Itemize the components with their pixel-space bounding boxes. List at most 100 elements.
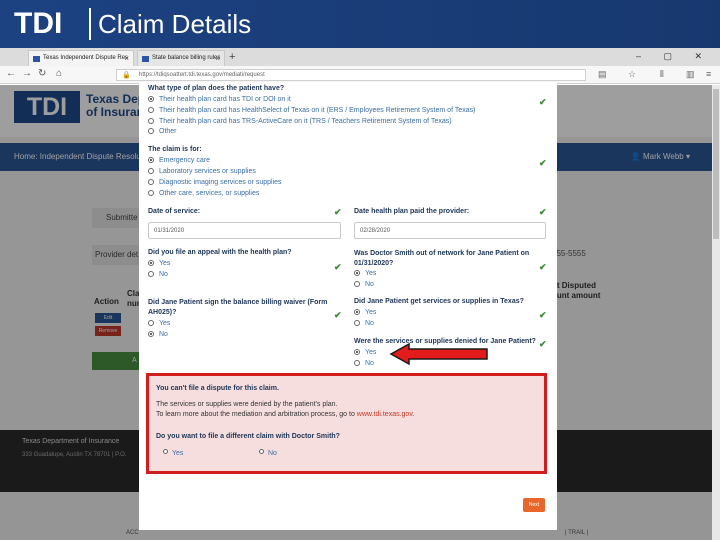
option-label: Laboratory services or supplies [159, 168, 256, 175]
menu-icon[interactable]: ≡ [706, 69, 711, 79]
check-icon: ✔ [539, 262, 547, 272]
plan-option-tdi[interactable]: Their health plan card has TDI or DOI on… [148, 96, 291, 103]
back-icon[interactable]: ← [6, 68, 16, 79]
close-tab-icon[interactable]: × [124, 54, 129, 63]
alert-period: . [412, 411, 415, 418]
close-tab-icon[interactable]: × [215, 54, 220, 63]
alert-more-info: To learn more about the mediation and ar… [156, 411, 414, 418]
option-label: Other [159, 128, 177, 135]
radio-icon [148, 190, 154, 196]
radio-icon [148, 260, 154, 266]
radio-icon [148, 157, 154, 163]
option-label: No [159, 331, 168, 338]
plan-option-trs[interactable]: Their health plan card has TRS-ActiveCar… [148, 118, 452, 125]
radio-icon [163, 449, 168, 454]
different-claim-no[interactable]: No [259, 449, 277, 457]
claim-option-imaging[interactable]: Diagnostic imaging services or supplies [148, 179, 282, 186]
bookmark-star-icon[interactable]: ☆ [628, 69, 636, 80]
tab-balance-billing[interactable]: State balance billing rules × [137, 50, 225, 66]
slide-header: TDI Claim Details [0, 0, 720, 48]
scrollbar-thumb[interactable] [713, 89, 719, 239]
option-label: No [365, 320, 374, 327]
reader-icon[interactable]: ▤ [598, 69, 607, 80]
slide-title: Claim Details [98, 9, 252, 39]
claim-for-question: The claim is for: [148, 146, 202, 153]
option-label: Their health plan card has HealthSelect … [159, 107, 476, 114]
radio-icon [354, 320, 360, 326]
url-input[interactable]: 🔒 https://tdiqsoattert.tdi.texas.gov/med… [116, 69, 586, 81]
check-icon: ✔ [334, 310, 342, 320]
appeal-yes[interactable]: Yes [148, 260, 170, 267]
check-icon: ✔ [539, 158, 547, 168]
tab-dispute-resolution[interactable]: Texas Independent Dispute Res × [28, 50, 134, 66]
out-of-network-no[interactable]: No [354, 281, 374, 288]
dispute-alert: You can't file a dispute for this claim.… [146, 373, 547, 474]
radio-icon [148, 118, 154, 124]
waiver-no[interactable]: No [148, 331, 168, 338]
tdi-logo: TDI [14, 7, 63, 40]
radio-icon [148, 107, 154, 113]
tab-bar: Texas Independent Dispute Res × State ba… [0, 48, 720, 66]
radio-icon [354, 270, 360, 276]
radio-icon [354, 309, 360, 315]
check-icon: ✔ [539, 310, 547, 320]
claim-option-emergency[interactable]: Emergency care [148, 157, 210, 164]
denied-no[interactable]: No [354, 360, 374, 367]
radio-icon [148, 128, 154, 134]
lock-icon: 🔒 [122, 72, 131, 79]
tdi-website-link[interactable]: www.tdi.texas.gov [357, 411, 413, 418]
option-label: Emergency care [159, 157, 210, 164]
slide-divider [89, 8, 91, 40]
radio-icon [148, 96, 154, 102]
reload-icon[interactable]: ↻ [38, 68, 46, 79]
waiver-yes[interactable]: Yes [148, 320, 170, 327]
tdi-favicon-icon [33, 56, 40, 62]
option-label: Yes [159, 320, 171, 327]
alert-title: You can't file a dispute for this claim. [156, 385, 279, 392]
out-of-network-yes[interactable]: Yes [354, 270, 376, 277]
alert-message: The services or supplies were denied by … [156, 401, 338, 408]
home-icon[interactable]: ⌂ [56, 68, 62, 79]
date-of-service-label: Date of service: [148, 208, 201, 215]
url-text: https://tdiqsoattert.tdi.texas.gov/media… [139, 72, 265, 78]
check-icon: ✔ [539, 97, 547, 107]
claim-option-lab[interactable]: Laboratory services or supplies [148, 168, 256, 175]
plan-option-ers[interactable]: Their health plan card has HealthSelect … [148, 107, 475, 114]
option-label: Their health plan card has TRS-ActiveCar… [159, 118, 452, 125]
sidebar-icon[interactable]: ▥ [686, 69, 695, 80]
services-in-texas-no[interactable]: No [354, 320, 374, 327]
claim-modal: What type of plan does the patient have?… [139, 82, 557, 530]
check-icon: ✔ [539, 207, 547, 217]
date-of-service-input[interactable]: 01/31/2020 [148, 222, 341, 239]
option-label: No [159, 271, 168, 278]
check-icon: ✔ [334, 262, 342, 272]
next-button[interactable]: Next [523, 498, 545, 512]
date-paid-input[interactable]: 02/28/2020 [354, 222, 546, 239]
waiver-question: Did Jane Patient sign the balance billin… [148, 299, 328, 316]
option-label: Diagnostic imaging services or supplies [159, 179, 282, 186]
new-tab-button[interactable]: + [229, 51, 235, 63]
denied-yes[interactable]: Yes [354, 349, 376, 356]
page-scrollbar[interactable] [712, 85, 720, 540]
claim-option-other[interactable]: Other care, services, or supplies [148, 190, 259, 197]
radio-icon [148, 320, 154, 326]
tab-label: Texas Independent Dispute Res [43, 55, 129, 61]
option-label: Yes [159, 260, 171, 267]
option-label: Yes [172, 450, 184, 457]
tdi-favicon-icon [142, 56, 149, 62]
appeal-no[interactable]: No [148, 271, 168, 278]
tab-label: State balance billing rules [152, 55, 221, 61]
plan-option-other[interactable]: Other [148, 128, 177, 135]
radio-icon [148, 179, 154, 185]
forward-icon[interactable]: → [22, 68, 32, 79]
option-label: No [365, 281, 374, 288]
option-label: Other care, services, or supplies [159, 190, 260, 197]
services-in-texas-question: Did Jane Patient get services or supplie… [354, 298, 524, 305]
different-claim-yes[interactable]: Yes [163, 449, 183, 457]
services-in-texas-yes[interactable]: Yes [354, 309, 376, 316]
option-label: Yes [365, 270, 377, 277]
library-icon[interactable]: ⫴ [660, 69, 664, 80]
red-arrow-icon [389, 342, 488, 366]
radio-icon [148, 271, 154, 277]
window-controls[interactable]: – ▢ ✕ [636, 51, 712, 62]
